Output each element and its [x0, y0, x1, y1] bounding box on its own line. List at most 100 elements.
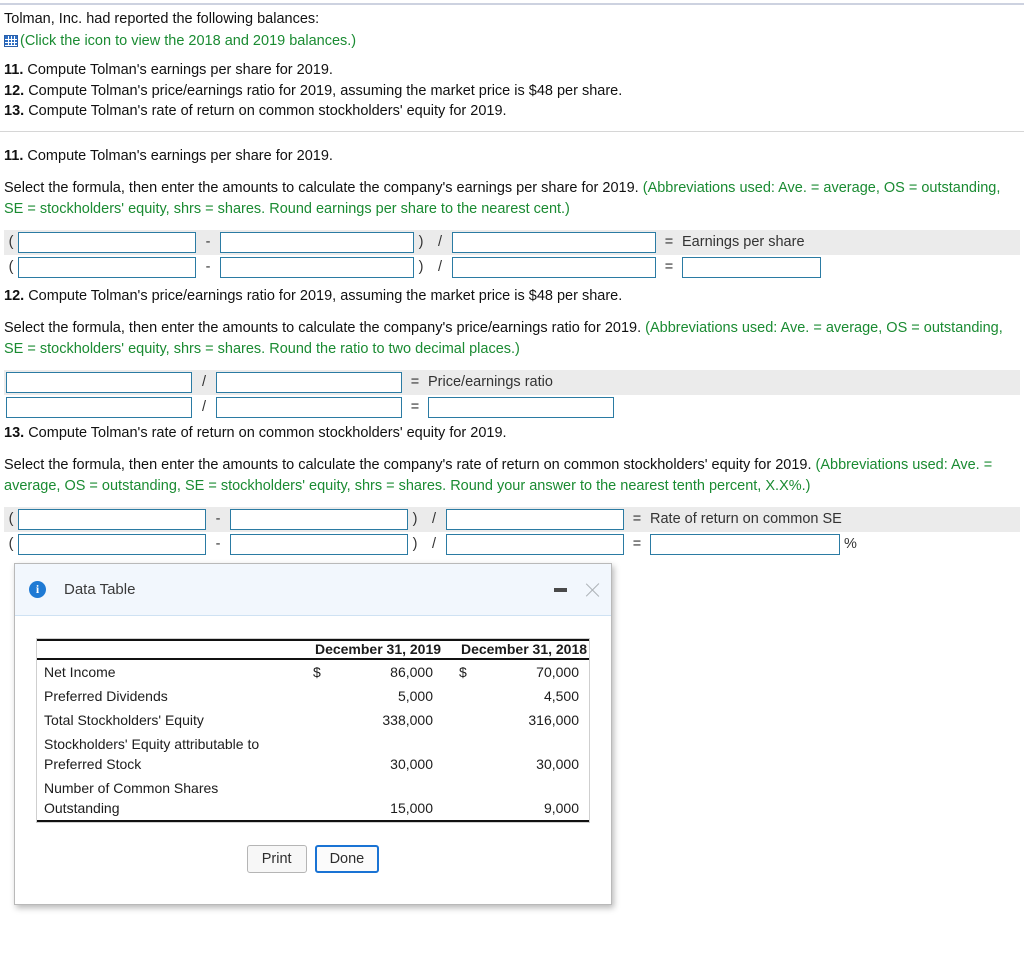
table-body: Net Income $ 86,000 $ 70,000 Preferred D…: [37, 659, 589, 821]
minimize-icon[interactable]: [554, 587, 567, 592]
formula-block-q11: ( - ) / = Earnings per share ( - ) / =: [4, 230, 1020, 280]
question-text: Compute Tolman's price/earnings ratio fo…: [24, 82, 623, 99]
amount-input-denominator[interactable]: [452, 257, 656, 278]
column-gap: [443, 708, 459, 732]
dialog-body: December 31, 2019 December 31, 2018 Net …: [15, 616, 611, 873]
close-icon[interactable]: [583, 581, 601, 599]
question-number: 11.: [4, 148, 24, 164]
data-table-link-label[interactable]: (Click the icon to view the 2018 and 201…: [20, 31, 356, 51]
worksheet-page: Tolman, Inc. had reported the following …: [0, 0, 1024, 964]
minus-operator: -: [215, 536, 221, 552]
formula-row-amounts: ( - ) / =: [4, 255, 1020, 280]
page-title-q11: 11. Compute Tolman's earnings per share …: [4, 146, 1020, 166]
question-text: Compute Tolman's rate of return on commo…: [24, 103, 507, 119]
answer-input-price-earnings-ratio[interactable]: [428, 397, 614, 418]
formula-select-denominator[interactable]: [452, 232, 656, 253]
formula-select-denominator[interactable]: [216, 372, 402, 393]
question-list: 11. Compute Tolman's earnings per share …: [4, 60, 1014, 122]
spreadsheet-grid-icon[interactable]: [4, 35, 18, 47]
equals-sign: =: [632, 511, 642, 527]
formula-select-numerator-b[interactable]: [230, 509, 408, 530]
section-divider: [0, 131, 1024, 132]
done-button[interactable]: Done: [314, 845, 380, 873]
amount-input-denominator[interactable]: [446, 534, 624, 555]
column-header-blank: [37, 640, 313, 659]
question-text: Compute Tolman's price/earnings ratio fo…: [24, 288, 623, 304]
result-label: Earnings per share: [682, 234, 805, 250]
amount-input-numerator-a[interactable]: [18, 257, 196, 278]
currency-2019: [313, 684, 347, 708]
answer-input-rate-of-return[interactable]: [650, 534, 840, 555]
amount-input-numerator-b[interactable]: [230, 534, 408, 555]
currency-2018: [459, 708, 493, 732]
formula-row-labels: / = Price/earnings ratio: [4, 370, 1020, 395]
intro-block: Tolman, Inc. had reported the following …: [4, 9, 1014, 51]
formula-select-denominator[interactable]: [446, 509, 624, 530]
equals-sign: =: [410, 374, 420, 390]
question-number: 13.: [4, 103, 25, 119]
value-2019: 86,000: [390, 664, 433, 680]
equals-sign: =: [632, 536, 642, 552]
row-label: Number of Common Shares Outstanding: [44, 780, 219, 816]
formula-row-amounts: ( - ) / = %: [4, 532, 1020, 557]
list-item: 12. Compute Tolman's price/earnings rati…: [4, 81, 1014, 102]
amount-input-numerator-a[interactable]: [18, 534, 206, 555]
currency-2018: [459, 684, 493, 708]
instructions-main: Select the formula, then enter the amoun…: [4, 457, 816, 473]
table-row: Preferred Dividends 5,000 4,500: [37, 684, 589, 708]
value-2018: 316,000: [528, 712, 579, 728]
instructions-main: Select the formula, then enter the amoun…: [4, 320, 646, 336]
currency-2019: $: [313, 664, 321, 680]
instructions-q12: Select the formula, then enter the amoun…: [4, 318, 1020, 360]
dialog-header: i Data Table: [15, 564, 611, 616]
section-q12: 12. Compute Tolman's price/earnings rati…: [4, 286, 1020, 420]
instructions-q11: Select the formula, then enter the amoun…: [4, 178, 1020, 220]
info-icon: i: [29, 581, 46, 598]
formula-row-labels: ( - ) / = Rate of return on common SE: [4, 507, 1020, 532]
table-header-row: December 31, 2019 December 31, 2018: [37, 640, 589, 659]
amount-input-numerator-b[interactable]: [220, 257, 414, 278]
formula-select-numerator-b[interactable]: [220, 232, 414, 253]
intro-text: Tolman, Inc. had reported the following …: [4, 11, 320, 27]
row-label: Stockholders' Equity attributable to Pre…: [44, 736, 260, 772]
question-text: Compute Tolman's earnings per share for …: [23, 148, 333, 164]
dialog-title: Data Table: [64, 581, 136, 598]
column-gap: [443, 659, 459, 684]
divide-operator: /: [201, 399, 207, 415]
result-label: Rate of return on common SE: [650, 511, 842, 527]
question-number: 12.: [4, 82, 25, 99]
formula-select-numerator[interactable]: [6, 372, 192, 393]
amount-input-numerator[interactable]: [6, 397, 192, 418]
open-paren: (: [8, 259, 14, 275]
currency-2018: [459, 732, 493, 776]
question-number: 12.: [4, 288, 25, 304]
divide-operator: /: [431, 511, 437, 527]
close-paren: ): [418, 259, 424, 275]
dialog-actions: Print Done: [15, 845, 611, 873]
close-paren: ): [418, 234, 424, 250]
question-text: Compute Tolman's earnings per share for …: [23, 62, 333, 78]
equals-sign: =: [664, 234, 674, 250]
data-table-link[interactable]: (Click the icon to view the 2018 and 201…: [4, 31, 1014, 51]
row-label: Preferred Dividends: [44, 688, 168, 704]
question-number: 11.: [4, 62, 24, 78]
amount-input-denominator[interactable]: [216, 397, 402, 418]
equals-sign: =: [410, 399, 420, 415]
formula-select-numerator-a[interactable]: [18, 232, 196, 253]
print-button[interactable]: Print: [246, 845, 307, 873]
page-title-q12: 12. Compute Tolman's price/earnings rati…: [4, 286, 1020, 306]
currency-2019: [313, 776, 347, 821]
open-paren: (: [8, 511, 14, 527]
table-header: December 31, 2019 December 31, 2018: [37, 640, 589, 659]
table-row: Stockholders' Equity attributable to Pre…: [37, 732, 589, 776]
close-paren: ): [412, 536, 418, 552]
currency-2019: [313, 708, 347, 732]
page-title-q13: 13. Compute Tolman's rate of return on c…: [4, 423, 1020, 443]
row-label: Net Income: [44, 664, 116, 680]
equals-sign: =: [664, 259, 674, 275]
divide-operator: /: [431, 536, 437, 552]
formula-select-numerator-a[interactable]: [18, 509, 206, 530]
answer-input-earnings-per-share[interactable]: [682, 257, 821, 278]
question-text: Compute Tolman's rate of return on commo…: [24, 425, 507, 441]
formula-row-amounts: / =: [4, 395, 1020, 420]
